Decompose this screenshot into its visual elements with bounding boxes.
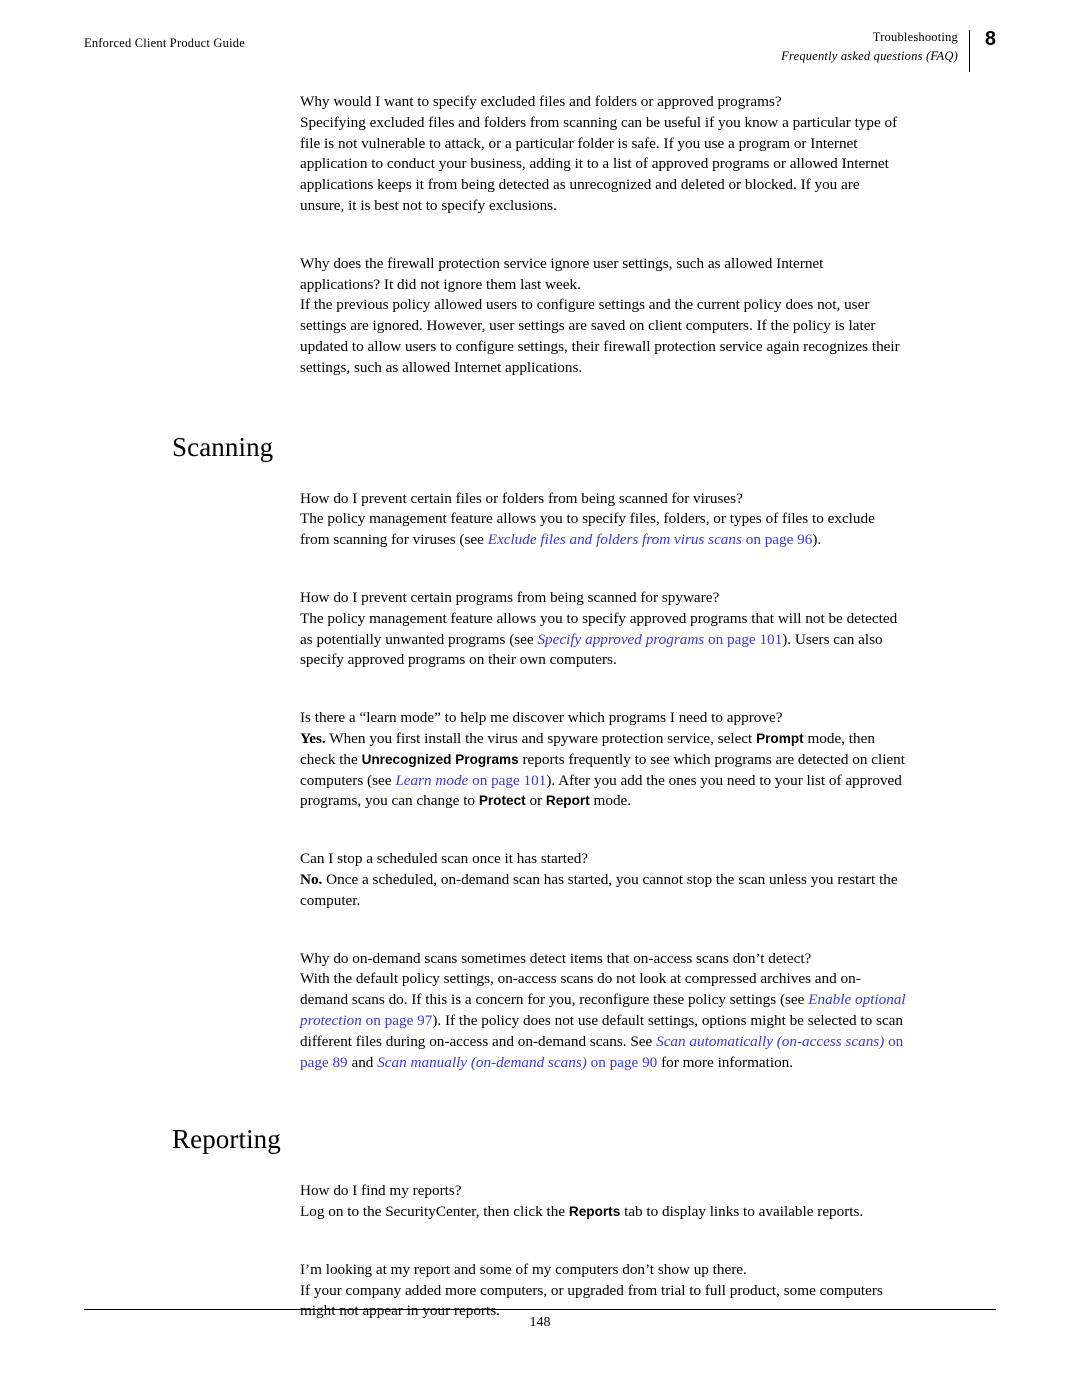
faq-entry: Why would I want to specify excluded fil…	[300, 92, 907, 217]
answer-text-part: tab to display links to available report…	[620, 1203, 864, 1221]
cross-reference-link[interactable]: Scan manually (on-demand scans)	[377, 1054, 587, 1071]
faq-entry: Can I stop a scheduled scan once it has …	[300, 849, 907, 911]
section-heading-scanning-wrap: Scanning	[172, 432, 779, 463]
footer-divider	[84, 1309, 996, 1310]
faq-answer: The policy management feature allows you…	[300, 509, 907, 551]
cross-reference-page[interactable]: on page 96	[742, 531, 813, 548]
header-book-title: Enforced Client Product Guide	[84, 36, 245, 50]
faq-answer: If the previous policy allowed users to …	[300, 296, 900, 376]
faq-question: How do I prevent certain programs from b…	[300, 588, 720, 606]
faq-entry: How do I prevent certain files or folder…	[300, 489, 907, 551]
ui-tab-name: Reports	[568, 1204, 621, 1220]
answer-text-part: Once a scheduled, on-demand scan has sta…	[300, 870, 898, 909]
cross-reference-page[interactable]: on page 97	[362, 1012, 433, 1029]
footer-page-number: 148	[529, 1315, 551, 1330]
faq-answer: The policy management feature allows you…	[300, 609, 907, 671]
answer-text-part: ).	[812, 531, 822, 549]
answer-emphasis: No.	[300, 870, 323, 888]
header-chapter-number: 8	[984, 28, 996, 50]
ui-mode-name: Prompt	[756, 730, 804, 746]
faq-entry: Is there a “learn mode” to help me disco…	[300, 708, 907, 812]
ui-report-name: Unrecognized Programs	[361, 751, 519, 767]
faq-entry: How do I find my reports? Log on to the …	[300, 1181, 907, 1223]
answer-text-part: When you first install the virus and spy…	[325, 729, 757, 747]
faq-question: Can I stop a scheduled scan once it has …	[300, 850, 589, 868]
faq-question: I’m looking at my report and some of my …	[300, 1260, 747, 1278]
faq-answer: No. Once a scheduled, on-demand scan has…	[300, 870, 907, 912]
document-page: Enforced Client Product Guide Troublesho…	[0, 0, 1080, 1397]
cross-reference-page[interactable]: on page 90	[587, 1054, 658, 1071]
faq-entry: How do I prevent certain programs from b…	[300, 588, 907, 671]
faq-entry: Why does the firewall protection service…	[300, 254, 907, 379]
header-chapter-info: Troubleshooting Frequently asked questio…	[781, 30, 958, 64]
cross-reference-link[interactable]: Exclude files and folders from virus sca…	[488, 531, 742, 548]
faq-answer: Log on to the SecurityCenter, then click…	[300, 1202, 907, 1223]
section-heading-reporting-wrap: Reporting	[172, 1124, 779, 1155]
cross-reference-link[interactable]: Scan automatically (on-access scans)	[656, 1033, 884, 1050]
cross-reference-page[interactable]: on page 101	[468, 772, 546, 789]
faq-question: Why do on-demand scans sometimes detect …	[300, 949, 812, 967]
faq-entry: Why do on-demand scans sometimes detect …	[300, 949, 907, 1074]
faq-question: How do I find my reports?	[300, 1182, 462, 1200]
ui-mode-name: Report	[545, 793, 590, 809]
cross-reference-link[interactable]: Specify approved programs	[537, 631, 704, 648]
page-content: Why would I want to specify excluded fil…	[172, 92, 907, 1343]
faq-entry: I’m looking at my report and some of my …	[300, 1260, 907, 1322]
page-header: Enforced Client Product Guide Troublesho…	[84, 28, 996, 72]
answer-text-part: and	[347, 1053, 378, 1071]
faq-answer: Specifying excluded files and folders fr…	[300, 113, 898, 214]
faq-question: Why would I want to specify excluded fil…	[300, 93, 782, 110]
section-heading-reporting: Reporting	[172, 1124, 281, 1155]
header-chapter-title: Troubleshooting	[872, 30, 958, 44]
answer-text-part: for more information.	[657, 1053, 794, 1071]
faq-question: Why does the firewall protection service…	[300, 254, 824, 293]
header-divider	[969, 30, 970, 72]
answer-text-part: Log on to the SecurityCenter, then click…	[300, 1203, 569, 1221]
header-section-title: Frequently asked questions (FAQ)	[781, 49, 958, 63]
faq-answer: Yes. When you first install the virus an…	[300, 729, 907, 812]
faq-question: How do I prevent certain files or folder…	[300, 489, 743, 507]
answer-emphasis: Yes.	[300, 729, 326, 747]
faq-question: Is there a “learn mode” to help me disco…	[300, 709, 783, 727]
answer-text-part: or	[525, 792, 546, 810]
answer-text-part: mode.	[589, 792, 632, 810]
cross-reference-link[interactable]: Learn mode	[395, 772, 468, 789]
ui-mode-name: Protect	[478, 793, 526, 809]
section-heading-scanning: Scanning	[172, 431, 274, 462]
faq-answer: With the default policy settings, on-acc…	[300, 969, 907, 1073]
answer-text-part: With the default policy settings, on-acc…	[300, 970, 861, 1009]
cross-reference-page[interactable]: on page 101	[704, 631, 782, 648]
